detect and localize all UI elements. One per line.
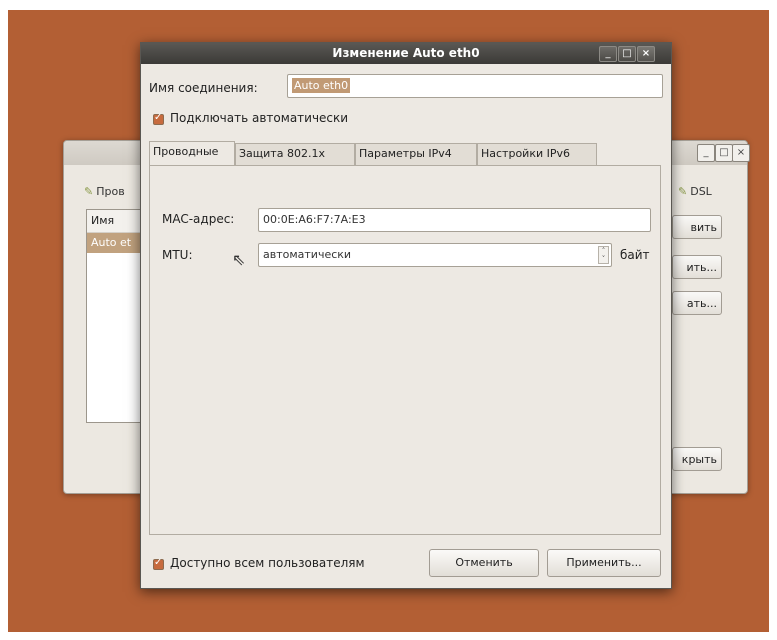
cancel-button[interactable]: Отменить <box>429 549 539 577</box>
apply-button[interactable]: Применить... <box>547 549 661 577</box>
tab-wired[interactable]: ✎ Пров <box>84 181 125 203</box>
edit-connection-dialog: Изменение Auto eth0 _ □ × Имя соединения… <box>140 42 672 589</box>
close-icon[interactable]: × <box>637 46 655 62</box>
tab-wired-label: Пров <box>96 185 125 198</box>
list-header-name: Имя <box>87 210 147 233</box>
dialog-titlebar: Изменение Auto eth0 _ □ × <box>141 43 671 64</box>
minimize-icon[interactable]: _ <box>697 144 715 162</box>
close-icon[interactable]: × <box>732 144 750 162</box>
spin-up-down-icon[interactable]: ˄ ˅ <box>598 246 609 264</box>
connection-name-value: Auto eth0 <box>292 78 351 93</box>
connection-name-input[interactable]: Auto eth0 <box>287 74 663 98</box>
tab-wired[interactable]: Проводные <box>149 141 235 166</box>
connection-name-label: Имя соединения: <box>149 81 258 95</box>
available-to-all-label[interactable]: Доступно всем пользователям <box>170 556 365 570</box>
auto-connect-label[interactable]: Подключать автоматически <box>170 111 348 125</box>
mac-address-label: MAC-адрес: <box>162 212 235 226</box>
dialog-title: Изменение Auto eth0 <box>332 46 480 60</box>
mtu-value: автоматически <box>263 248 352 261</box>
list-item[interactable]: Auto et <box>87 233 147 253</box>
mtu-label: MTU: <box>162 248 193 262</box>
minimize-icon[interactable]: _ <box>599 46 617 62</box>
available-to-all-checkbox[interactable] <box>153 557 164 570</box>
edit-button[interactable]: ить... <box>672 255 722 279</box>
mouse-pointer-icon: ⇖ <box>232 250 246 269</box>
connections-list[interactable]: Имя Auto et <box>86 209 148 423</box>
add-button[interactable]: вить <box>672 215 722 239</box>
tab-dsl[interactable]: ✎ DSL <box>678 181 712 203</box>
maximize-icon[interactable]: □ <box>715 144 733 162</box>
delete-button[interactable]: ать... <box>672 291 722 315</box>
auto-connect-checkbox[interactable] <box>153 112 164 125</box>
mtu-unit: байт <box>620 248 650 262</box>
wired-icon: ✎ <box>84 185 94 198</box>
tab-security-8021x[interactable]: Защита 802.1x <box>235 143 355 165</box>
maximize-icon[interactable]: □ <box>618 46 636 62</box>
wired-tab-panel: MAC-адрес: 00:0E:A6:F7:7A:E3 MTU: автома… <box>149 165 661 535</box>
close-button[interactable]: крыть <box>672 447 722 471</box>
mtu-spinbox[interactable]: автоматически ˄ ˅ <box>258 243 612 267</box>
tab-ipv6-settings[interactable]: Настройки IPv6 <box>477 143 597 165</box>
tab-ipv4-settings[interactable]: Параметры IPv4 <box>355 143 477 165</box>
tab-dsl-label: DSL <box>690 185 712 198</box>
dsl-icon: ✎ <box>678 185 688 198</box>
mac-address-input[interactable]: 00:0E:A6:F7:7A:E3 <box>258 208 651 232</box>
